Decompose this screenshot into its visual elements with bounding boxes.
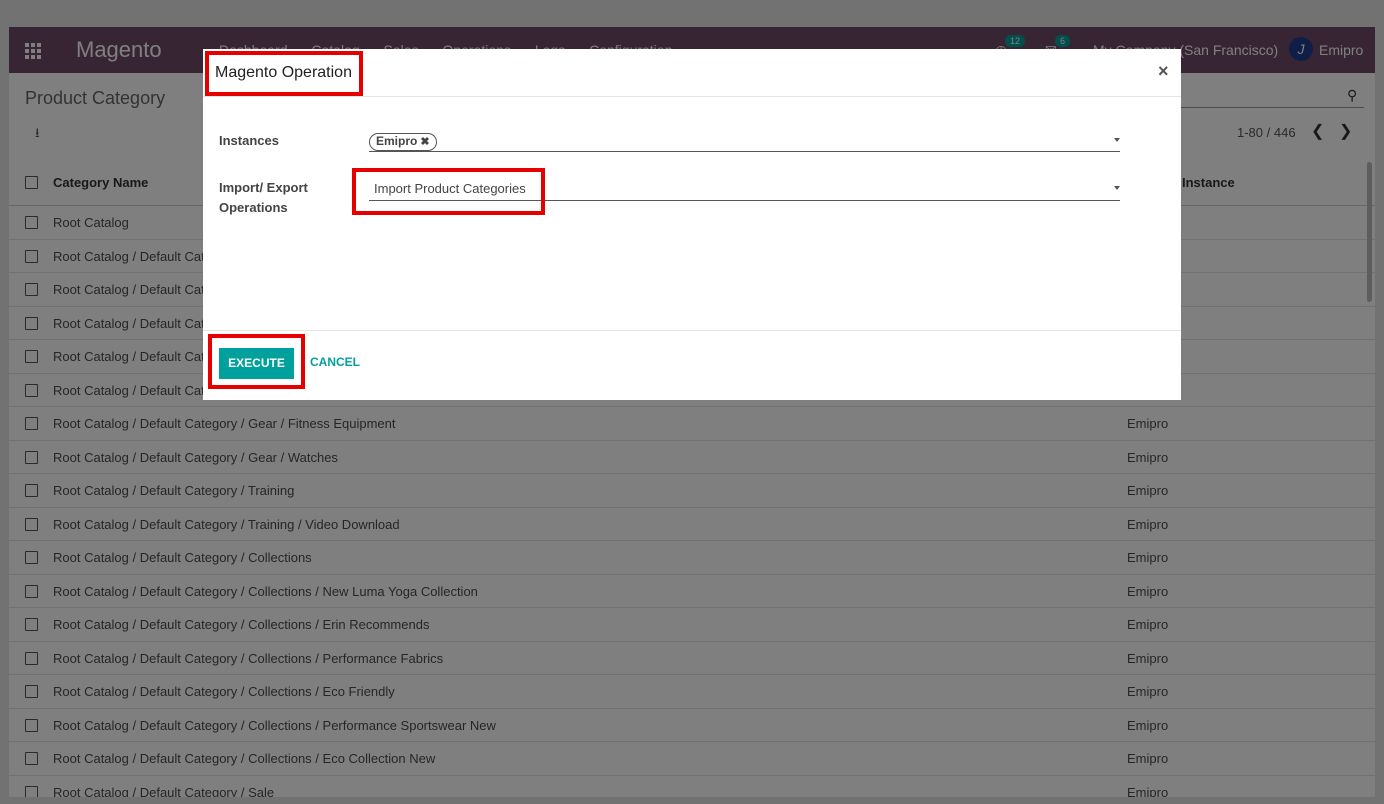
instances-label: Instances [219, 133, 279, 148]
execute-button[interactable]: EXECUTE [219, 348, 294, 379]
operations-label-line1: Import/ Export [219, 180, 308, 195]
operations-select-value: Import Product Categories [374, 181, 526, 196]
close-icon[interactable]: × [1158, 61, 1169, 82]
modal-title: Magento Operation [215, 64, 352, 81]
operations-select[interactable]: Import Product Categories [369, 180, 1120, 201]
remove-tag-icon[interactable]: ✖ [420, 136, 429, 148]
modal-footer: EXECUTE CANCEL [203, 330, 1181, 401]
cancel-button[interactable]: CANCEL [310, 355, 360, 369]
instance-tag-label: Emipro [376, 134, 418, 148]
chevron-down-icon[interactable] [1114, 186, 1120, 190]
modal-header: Magento Operation × [203, 49, 1181, 97]
instance-tag: Emipro ✖ [369, 133, 437, 151]
chevron-down-icon[interactable] [1114, 138, 1120, 142]
magento-operation-dialog: Magento Operation × Instances Emipro ✖ Im… [203, 49, 1181, 400]
instances-field[interactable]: Emipro ✖ [369, 132, 1120, 152]
operations-label-line2: Operations [219, 200, 288, 215]
operations-label: Import/ Export Operations [219, 178, 308, 218]
